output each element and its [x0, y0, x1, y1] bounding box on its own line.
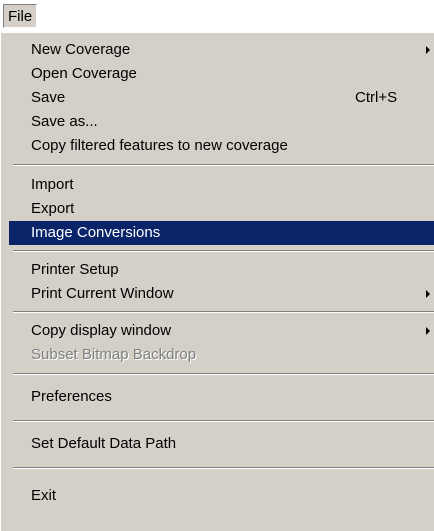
menu-item-open-coverage[interactable]: Open Coverage [9, 62, 434, 86]
menu-separator [13, 250, 434, 252]
menu-item-exit[interactable]: Exit [9, 484, 434, 508]
menu-item-label: Subset Bitmap Backdrop [31, 346, 197, 363]
file-menu-button[interactable]: File [3, 4, 38, 28]
menu-separator [13, 467, 434, 469]
menu-item-preferences[interactable]: Preferences [9, 385, 434, 409]
file-menu-dropdown: New Coverage Open Coverage Save Ctrl+S S… [0, 32, 434, 531]
menu-item-label: New Coverage [31, 41, 131, 58]
menu-item-export[interactable]: Export [9, 197, 434, 221]
menu-item-label: Printer Setup [31, 261, 119, 278]
menu-item-print-current-window[interactable]: Print Current Window [9, 282, 434, 306]
menu-separator [13, 311, 434, 313]
menu-item-label: Save [31, 89, 66, 106]
menu-item-label: Exit [31, 487, 57, 504]
menu-item-label: Open Coverage [31, 65, 137, 82]
submenu-arrow-icon [426, 290, 430, 298]
menu-item-image-conversions[interactable]: Image Conversions [9, 221, 434, 245]
menu-item-label: Image Conversions [31, 224, 161, 241]
menu-item-new-coverage[interactable]: New Coverage [9, 38, 434, 62]
menu-separator [13, 420, 434, 422]
menu-item-label: Import [31, 176, 74, 193]
menu-item-copy-filtered[interactable]: Copy filtered features to new coverage [9, 134, 434, 158]
menu-item-copy-display-window[interactable]: Copy display window [9, 319, 434, 343]
menu-item-label: Copy display window [31, 322, 172, 339]
menu-item-label: Save as... [31, 113, 98, 130]
save-shortcut: Ctrl+S [355, 89, 398, 106]
menu-item-label: Copy filtered features to new coverage [31, 137, 288, 154]
menu-item-printer-setup[interactable]: Printer Setup [9, 258, 434, 282]
submenu-arrow-icon [426, 327, 430, 335]
menu-separator [13, 373, 434, 375]
menu-item-subset-bitmap-backdrop: Subset Bitmap Backdrop [9, 343, 434, 367]
menu-bar: File [0, 0, 434, 32]
menu-item-import[interactable]: Import [9, 173, 434, 197]
menu-separator [13, 164, 434, 166]
menu-item-save-as[interactable]: Save as... [9, 110, 434, 134]
menu-item-label: Print Current Window [31, 285, 174, 302]
menu-item-label: Set Default Data Path [31, 435, 177, 452]
menu-item-label: Preferences [31, 388, 112, 405]
submenu-arrow-icon [426, 46, 430, 54]
menu-item-save[interactable]: Save Ctrl+S [9, 86, 434, 110]
menu-item-label: Export [31, 200, 75, 217]
menu-item-set-default-data-path[interactable]: Set Default Data Path [9, 432, 434, 456]
